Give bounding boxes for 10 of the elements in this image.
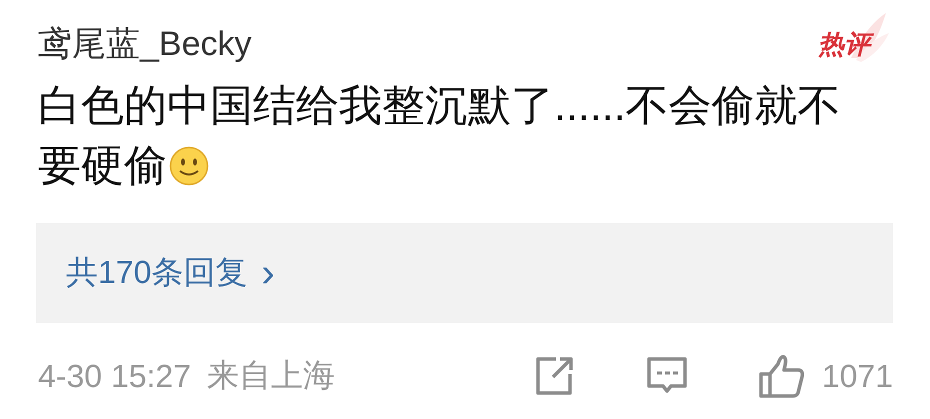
thumbs-up-icon[interactable] <box>758 354 804 398</box>
location: 来自上海 <box>207 356 336 395</box>
like-count: 1071 <box>822 358 893 394</box>
share-icon[interactable] <box>534 356 574 396</box>
replies-link[interactable]: 共170条回复 › <box>36 223 893 323</box>
comment-text-line: 要硬偷 <box>38 141 167 192</box>
timestamp: 4-30 15:27 <box>38 358 192 394</box>
username[interactable]: 鸢尾蓝_Becky <box>38 21 252 67</box>
comment-icon[interactable] <box>646 356 688 396</box>
comment-text-line: 白色的中国结给我整沉默了......不会偷就不 <box>38 81 841 132</box>
